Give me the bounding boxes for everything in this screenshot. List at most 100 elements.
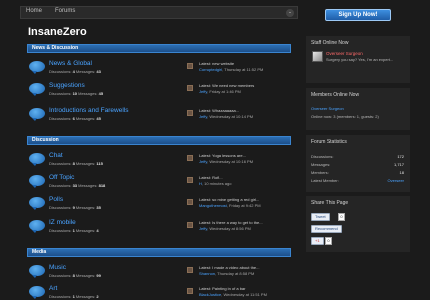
facebook-recommend-button[interactable]: Recommend — [311, 225, 342, 233]
latest-post-title[interactable]: Latest: Whazaaaaaa... — [199, 108, 239, 113]
staff-member-status: Surgery you say? Yes, I'm an expert... — [326, 57, 394, 62]
forum-row[interactable]: Music Discussions: 8 Messages: 99 Latest… — [27, 263, 291, 281]
forum-title-link[interactable]: Introductions and Farewells — [49, 107, 129, 114]
forum-row[interactable]: Polls Discussions: 9 Messages: 35 Latest… — [27, 195, 291, 213]
latest-post-icon — [187, 155, 193, 161]
latest-post-icon — [187, 63, 193, 69]
forum-row[interactable]: Chat Discussions: 8 Messages: 115 Latest… — [27, 151, 291, 169]
forum-statistics-panel: Forum Statistics Discussions: 172 Messag… — [306, 135, 410, 192]
section-header-discussion[interactable]: Discussion — [27, 136, 291, 145]
forum-bubble-icon — [29, 108, 45, 121]
forum-stats: Discussions: 4 Messages: 43 — [49, 69, 101, 74]
stat-label: Messages: — [311, 162, 331, 167]
latest-post-title[interactable]: Latest: We need new members — [199, 83, 254, 88]
latest-post-time: Wednesday at 10:16 PM — [209, 159, 254, 164]
latest-post-time: Wednesday at 8:56 PM — [209, 226, 251, 231]
latest-post-title[interactable]: Latest: so mine getting a red girl... — [199, 197, 259, 202]
latest-post-title[interactable]: Latest: Is there a way to get to the... — [199, 220, 263, 225]
top-navigation-bar: Home Forums - — [20, 6, 298, 19]
forum-title-link[interactable]: Art — [49, 285, 57, 292]
latest-post-title[interactable]: Latest: Painting in of a bar — [199, 286, 245, 291]
forum-title-link[interactable]: Music — [49, 264, 66, 271]
forum-title-link[interactable]: Suggestions — [49, 82, 85, 89]
staff-member-name[interactable]: Overseer Surgeon — [326, 51, 363, 56]
latest-post-meta: BlackJustice, Wednesday at 11:51 PM — [199, 292, 267, 297]
stat-label: Latest Member: — [311, 178, 339, 183]
latest-post-author[interactable]: BlackJustice — [199, 292, 221, 297]
stat-label: Discussions: — [311, 154, 334, 159]
latest-post-time: Wednesday at 11:51 PM — [223, 292, 267, 297]
latest-post-icon — [187, 199, 193, 205]
forum-stats: Discussions: 8 Messages: 99 — [49, 273, 101, 278]
forum-row[interactable]: Suggestions Discussions: 10 Messages: 45… — [27, 81, 291, 99]
forum-stats: Discussions: 1 Messages: 4 — [49, 228, 99, 233]
latest-post-time: Friday at 9:42 PM — [229, 203, 261, 208]
forum-bubble-icon — [29, 61, 45, 74]
share-page-title: Share This Page — [311, 200, 349, 206]
forum-bubble-icon — [29, 286, 45, 299]
forum-stats: Discussions: 9 Messages: 35 — [49, 205, 101, 210]
latest-post-author[interactable]: Jeffy — [199, 89, 207, 94]
forum-bubble-icon — [29, 220, 45, 233]
share-page-panel: Share This Page Tweet 0 Recommend +1 0 — [306, 196, 410, 252]
forum-row[interactable]: Introductions and Farewells Discussions:… — [27, 106, 291, 124]
latest-post-meta: H, 10 minutes ago — [199, 181, 232, 186]
latest-post-author[interactable]: H — [199, 181, 202, 186]
section-header-media[interactable]: Media — [27, 248, 291, 257]
forum-title-link[interactable]: Off Topic — [49, 174, 74, 181]
latest-post-author[interactable]: Jeffy — [199, 226, 207, 231]
latest-post-meta: Jeffy, Friday at 1:46 PM — [199, 89, 241, 94]
latest-post-icon — [187, 85, 193, 91]
google-plusone-button[interactable]: +1 — [311, 237, 324, 245]
collapse-icon[interactable]: - — [286, 9, 294, 17]
forum-row[interactable]: News & Global Discussions: 4 Messages: 4… — [27, 59, 291, 77]
latest-post-meta: Jeffy, Wednesday at 8:56 PM — [199, 226, 251, 231]
latest-post-icon — [187, 177, 193, 183]
latest-post-icon — [187, 288, 193, 294]
forum-title-link[interactable]: Polls — [49, 196, 63, 203]
members-online-title: Members Online Now — [311, 92, 360, 98]
latest-post-title[interactable]: Latest: Yoga lessons are... — [199, 153, 246, 158]
members-online-panel: Members Online Now Overseer Surgeon Onli… — [306, 88, 410, 130]
avatar[interactable] — [312, 51, 323, 62]
latest-post-author[interactable]: Shannon — [199, 271, 215, 276]
tweet-button[interactable]: Tweet — [311, 213, 330, 221]
nav-home-link[interactable]: Home — [26, 8, 42, 14]
online-member-link[interactable]: Overseer Surgeon — [311, 106, 344, 111]
latest-post-author[interactable]: Mangothermost — [199, 203, 227, 208]
forum-statistics-title: Forum Statistics — [311, 139, 347, 145]
forum-bubble-icon — [29, 153, 45, 166]
forum-bubble-icon — [29, 265, 45, 278]
staff-online-title: Staff Online Now — [311, 40, 349, 46]
latest-post-author[interactable]: Jeffy — [199, 159, 207, 164]
latest-post-author[interactable]: Corruptedgirl — [199, 67, 222, 72]
latest-post-time: Thursday at 11:52 PM — [224, 67, 264, 72]
section-header-news-discussion[interactable]: News & Discussion — [27, 44, 291, 53]
forum-title-link[interactable]: Chat — [49, 152, 63, 159]
forum-row[interactable]: Off Topic Discussions: 33 Messages: 818 … — [27, 173, 291, 191]
forum-title-link[interactable]: News & Global — [49, 60, 92, 67]
forum-title-link[interactable]: IZ mobile — [49, 219, 76, 226]
sign-up-button[interactable]: Sign Up Now! — [325, 9, 391, 21]
nav-forums-link[interactable]: Forums — [55, 8, 75, 14]
latest-post-title[interactable]: Latest: I made a video about the... — [199, 265, 259, 270]
latest-post-title[interactable]: Latest: new website — [199, 61, 234, 66]
latest-post-time: 10 minutes ago — [204, 181, 232, 186]
forum-row[interactable]: IZ mobile Discussions: 1 Messages: 4 Lat… — [27, 218, 291, 236]
latest-post-title[interactable]: Latest: Rofl... — [199, 175, 223, 180]
plusone-count: 0 — [325, 237, 332, 245]
latest-post-meta: Shannon, Thursday at 8:58 PM — [199, 271, 255, 276]
latest-post-time: Wednesday at 10:14 PM — [209, 114, 254, 119]
forum-stats: Discussions: 1 Messages: 2 — [49, 294, 99, 299]
stat-label: Members: — [311, 170, 329, 175]
forum-stats: Discussions: 8 Messages: 115 — [49, 161, 103, 166]
forum-stats: Discussions: 6 Messages: 45 — [49, 116, 101, 121]
latest-post-time: Friday at 1:46 PM — [209, 89, 241, 94]
forum-row[interactable]: Art Discussions: 1 Messages: 2 Latest: P… — [27, 284, 291, 300]
forum-stats: Discussions: 33 Messages: 818 — [49, 183, 106, 188]
latest-post-icon — [187, 222, 193, 228]
tweet-count: 0 — [338, 213, 345, 221]
latest-member-link[interactable]: Overseer — [388, 178, 404, 183]
latest-post-author[interactable]: Jeffy — [199, 114, 207, 119]
forum-bubble-icon — [29, 197, 45, 210]
